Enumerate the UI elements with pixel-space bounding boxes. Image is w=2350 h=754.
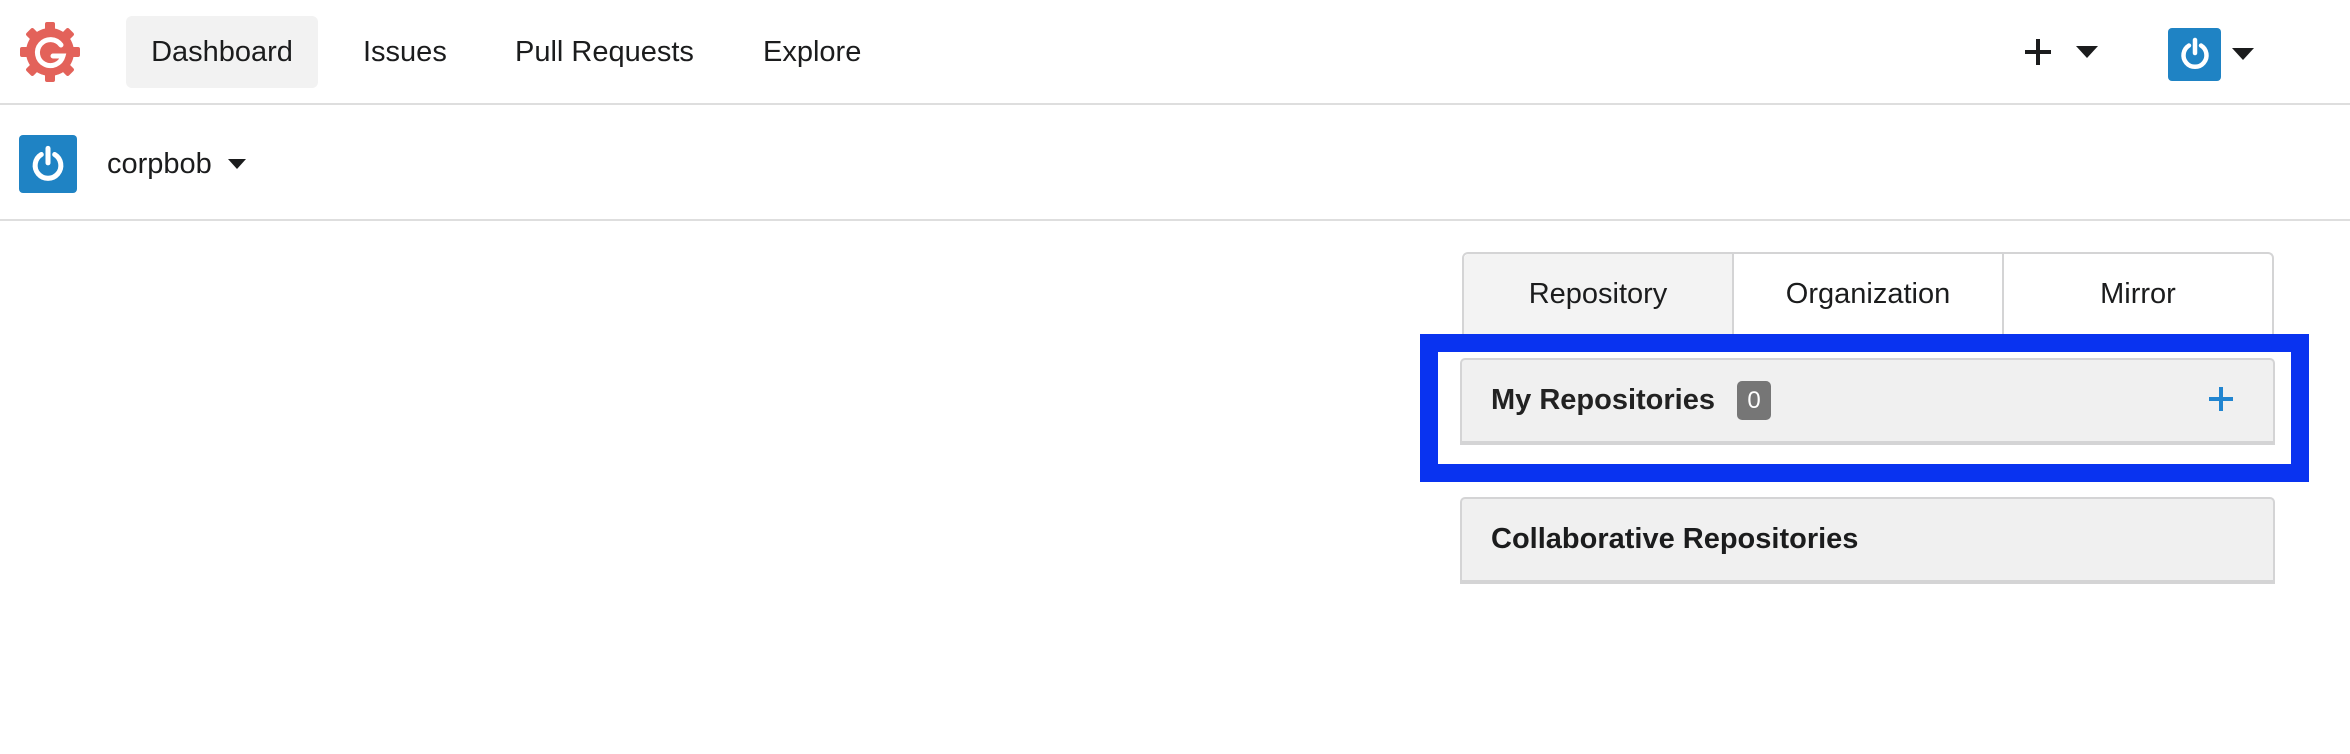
collaborative-repositories-title[interactable]: Collaborative Repositories [1491, 523, 1858, 556]
tab-mirror[interactable]: Mirror [2004, 254, 2272, 334]
create-new-menu[interactable] [2025, 30, 2098, 74]
nav-explore[interactable]: Explore [738, 16, 886, 88]
plus-icon [2025, 39, 2051, 65]
tab-organization[interactable]: Organization [1734, 254, 2004, 334]
context-avatar [19, 135, 77, 193]
nav-issues[interactable]: Issues [338, 16, 472, 88]
power-icon [32, 145, 64, 181]
nav-pull-requests[interactable]: Pull Requests [490, 16, 719, 88]
power-icon [2180, 37, 2209, 70]
user-menu[interactable] [2168, 27, 2254, 81]
caret-down-icon [227, 159, 246, 169]
context-switcher[interactable]: corpbob [19, 135, 246, 193]
context-bar: corpbob [0, 105, 2350, 221]
caret-down-icon [2232, 48, 2254, 60]
gogs-logo-icon[interactable] [17, 19, 83, 85]
user-avatar [2168, 27, 2221, 81]
nav-dashboard[interactable]: Dashboard [126, 16, 318, 88]
tab-repository[interactable]: Repository [1464, 254, 1734, 334]
repo-type-tabs: Repository Organization Mirror [1462, 252, 2274, 334]
caret-down-icon [2076, 46, 2098, 58]
context-username: corpbob [107, 147, 212, 180]
highlight-box [1420, 334, 2309, 482]
top-navbar: Dashboard Issues Pull Requests Explore [0, 0, 2350, 105]
collaborative-repositories-header: Collaborative Repositories [1460, 497, 2275, 584]
